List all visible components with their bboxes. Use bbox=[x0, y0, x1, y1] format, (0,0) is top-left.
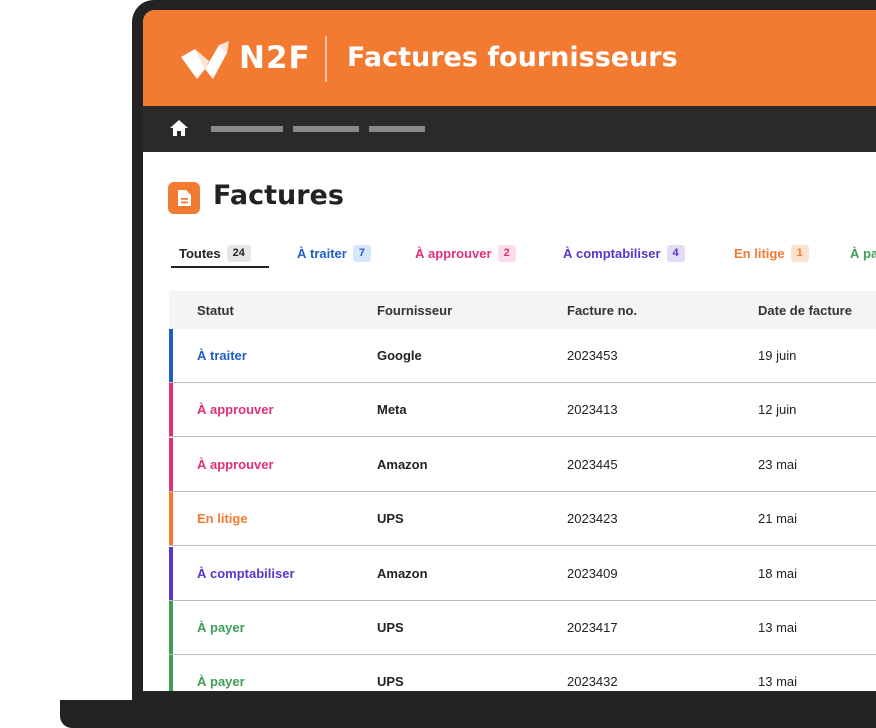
status-cell: À payer bbox=[197, 674, 245, 690]
invoice-date-cell: 18 mai bbox=[758, 565, 798, 581]
tab-label: Toutes bbox=[179, 245, 221, 261]
invoice-date-cell: 23 mai bbox=[758, 456, 798, 472]
invoice-number-cell: 2023432 bbox=[567, 674, 618, 690]
supplier-cell: UPS bbox=[377, 674, 404, 690]
invoice-number-cell: 2023409 bbox=[567, 565, 618, 581]
home-icon[interactable] bbox=[169, 118, 189, 138]
status-color-bar bbox=[169, 655, 173, 691]
status-cell: En litige bbox=[197, 511, 248, 527]
app-screen: N2F Factures fournisseurs Factures Toute… bbox=[143, 10, 876, 691]
status-color-bar bbox=[169, 437, 173, 491]
invoice-number-cell: 2023413 bbox=[567, 402, 618, 418]
status-color-bar bbox=[169, 329, 173, 382]
supplier-cell: Amazon bbox=[377, 456, 428, 472]
status-color-bar bbox=[169, 601, 173, 654]
table-row[interactable]: À approuver Amazon 2023445 23 mai bbox=[169, 437, 876, 492]
table-row[interactable]: À comptabiliser Amazon 2023409 18 mai bbox=[169, 546, 876, 601]
supplier-cell: Google bbox=[377, 348, 422, 363]
table-row[interactable]: À traiter Google 2023453 19 juin bbox=[169, 329, 876, 383]
tab-label: À comptabiliser bbox=[563, 245, 661, 261]
column-header-date[interactable]: Date de facture bbox=[758, 303, 852, 318]
tab-4[interactable]: En litige 1 bbox=[734, 241, 809, 265]
tab-1[interactable]: À traiter 7 bbox=[297, 241, 371, 265]
document-icon bbox=[168, 182, 200, 214]
status-cell: À payer bbox=[197, 620, 245, 635]
invoice-date-cell: 21 mai bbox=[758, 511, 798, 527]
status-cell: À comptabiliser bbox=[197, 565, 295, 581]
tab-label: À pa bbox=[850, 245, 876, 261]
status-cell: À traiter bbox=[197, 348, 247, 363]
breadcrumb-bar bbox=[143, 106, 876, 152]
tab-3[interactable]: À comptabiliser 4 bbox=[563, 241, 685, 265]
status-cell: À approuver bbox=[197, 402, 274, 418]
supplier-cell: Amazon bbox=[377, 565, 428, 581]
breadcrumb-placeholder[interactable] bbox=[211, 126, 283, 132]
invoice-number-cell: 2023423 bbox=[567, 511, 618, 527]
tab-count-badge: 1 bbox=[790, 244, 809, 262]
column-header-invoice[interactable]: Facture no. bbox=[567, 303, 637, 318]
supplier-cell: UPS bbox=[377, 511, 404, 527]
status-cell: À approuver bbox=[197, 456, 274, 472]
status-color-bar bbox=[169, 546, 173, 600]
tab-5[interactable]: À pa bbox=[850, 241, 876, 265]
status-color-bar bbox=[169, 492, 173, 546]
invoice-number-cell: 2023453 bbox=[567, 348, 618, 363]
brand-name: N2F bbox=[239, 40, 311, 76]
supplier-cell: Meta bbox=[377, 402, 407, 418]
invoice-number-cell: 2023417 bbox=[567, 620, 618, 635]
invoice-date-cell: 13 mai bbox=[758, 674, 798, 690]
tab-count-badge: 4 bbox=[666, 244, 685, 262]
table-header: Statut Fournisseur Facture no. Date de f… bbox=[169, 291, 876, 329]
supplier-cell: UPS bbox=[377, 620, 404, 635]
app-title: Factures fournisseurs bbox=[347, 42, 678, 73]
tab-label: À approuver bbox=[415, 245, 492, 261]
invoice-date-cell: 13 mai bbox=[758, 620, 798, 635]
tab-2[interactable]: À approuver 2 bbox=[415, 241, 516, 265]
header-divider bbox=[325, 36, 327, 82]
column-header-supplier[interactable]: Fournisseur bbox=[377, 303, 452, 318]
column-header-status[interactable]: Statut bbox=[197, 303, 234, 318]
active-tab-indicator bbox=[171, 266, 269, 268]
invoice-date-cell: 19 juin bbox=[758, 348, 797, 363]
tab-label: En litige bbox=[734, 245, 785, 261]
breadcrumb-placeholder[interactable] bbox=[369, 126, 425, 132]
table-row[interactable]: À payer UPS 2023432 13 mai bbox=[169, 655, 876, 691]
tab-count-badge: 2 bbox=[497, 244, 516, 262]
page-title: Factures bbox=[213, 180, 344, 211]
app-header: N2F Factures fournisseurs bbox=[143, 10, 876, 106]
table-row[interactable]: À approuver Meta 2023413 12 juin bbox=[169, 383, 876, 438]
n2f-logo-icon bbox=[181, 41, 229, 79]
tab-count-badge: 7 bbox=[352, 244, 371, 262]
tab-label: À traiter bbox=[297, 245, 347, 261]
invoice-date-cell: 12 juin bbox=[758, 402, 797, 418]
status-color-bar bbox=[169, 383, 173, 437]
laptop-base bbox=[60, 700, 876, 728]
invoice-number-cell: 2023445 bbox=[567, 456, 618, 472]
tab-0[interactable]: Toutes 24 bbox=[179, 241, 251, 265]
breadcrumb-placeholder[interactable] bbox=[293, 126, 359, 132]
table-row[interactable]: En litige UPS 2023423 21 mai bbox=[169, 492, 876, 547]
tab-count-badge: 24 bbox=[226, 244, 251, 262]
table-row[interactable]: À payer UPS 2023417 13 mai bbox=[169, 601, 876, 655]
